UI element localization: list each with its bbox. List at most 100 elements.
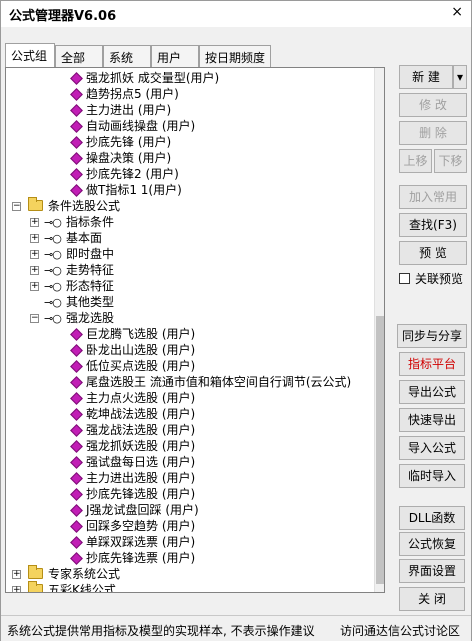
tree-label: 强试盘每日选 (用户) — [86, 455, 196, 469]
preview-button[interactable]: 预 览 — [399, 241, 467, 265]
find-button[interactable]: 查找(F3) — [399, 213, 467, 237]
formula-diamond-icon — [70, 440, 83, 453]
edit-button[interactable]: 修 改 — [399, 93, 467, 117]
tree-label: 强龙战法选股 (用户) — [86, 423, 196, 437]
tree-label: 其他类型 — [66, 295, 115, 309]
folder-icon — [28, 197, 43, 211]
tree-label: 强龙抓妖选股 (用户) — [86, 439, 196, 453]
tree-label: 抄底先锋 (用户) — [86, 135, 172, 149]
tree-scrollbar[interactable] — [374, 68, 384, 592]
temp-import-button[interactable]: 临时导入 — [399, 464, 465, 488]
indicator-platform-button[interactable]: 指标平台 — [399, 352, 465, 376]
quick-export-button[interactable]: 快速导出 — [399, 408, 465, 432]
formula-diamond-icon — [70, 536, 83, 549]
tree-label: 抄底先锋选股 (用户) — [86, 487, 196, 501]
tree-label: 做T指标1 1(用户) — [86, 183, 182, 197]
tree-label: 基本面 — [66, 231, 103, 245]
tree-label: 卧龙出山选股 (用户) — [86, 343, 196, 357]
formula-tree: 强龙抓妖 成交量型(用户) 趋势拐点5 (用户) 主力进出 (用户) 自动画线操盘 (… — [5, 67, 385, 593]
add-common-button[interactable]: 加入常用 — [399, 185, 467, 209]
folder-icon — [28, 581, 43, 592]
new-button[interactable]: 新 建 — [399, 65, 453, 89]
expand-toggle-icon[interactable]: − — [30, 314, 39, 323]
tree-label: 主力进出选股 (用户) — [86, 471, 196, 485]
expand-toggle-icon[interactable]: + — [30, 282, 39, 291]
import-formula-button[interactable]: 导入公式 — [399, 436, 465, 460]
status-bar: 系统公式提供常用指标及模型的实现样本, 不表示操作建议 访问通达信公式讨论区 — [1, 615, 471, 641]
tree-label: 巨龙腾飞选股 (用户) — [86, 327, 196, 341]
expand-toggle-icon[interactable]: + — [12, 586, 21, 592]
status-disclaimer: 系统公式提供常用指标及模型的实现样本, 不表示操作建议 — [7, 624, 315, 638]
tree-label: 单踩双踩选票 (用户) — [86, 535, 196, 549]
formula-diamond-icon — [70, 168, 83, 181]
key-node-icon: ⊸○ — [44, 312, 62, 325]
expand-toggle-icon[interactable]: + — [30, 250, 39, 259]
formula-diamond-icon — [70, 136, 83, 149]
tab-all[interactable]: 全部 — [55, 45, 103, 67]
window-title: 公式管理器V6.06 — [9, 9, 117, 24]
key-node-icon: ⊸○ — [44, 216, 62, 229]
key-node-icon: ⊸○ — [44, 280, 62, 293]
link-preview-checkbox[interactable] — [399, 273, 410, 284]
tab-by-date-frequency[interactable]: 按日期频度 — [199, 45, 271, 67]
delete-button[interactable]: 删 除 — [399, 121, 467, 145]
tree-label: 乾坤战法选股 (用户) — [86, 407, 196, 421]
formula-restore-button[interactable]: 公式恢复 — [399, 532, 465, 556]
tree-label: 走势特征 — [66, 263, 115, 277]
move-down-button[interactable]: 下移 — [434, 149, 467, 173]
expand-toggle-icon[interactable]: + — [30, 234, 39, 243]
formula-diamond-icon — [70, 424, 83, 437]
tab-system[interactable]: 系统 — [103, 45, 151, 67]
formula-diamond-icon — [70, 520, 83, 533]
export-formula-button[interactable]: 导出公式 — [399, 380, 465, 404]
key-node-icon: ⊸○ — [44, 232, 62, 245]
formula-diamond-icon — [70, 72, 83, 85]
tree-label: 抄底先锋选票 (用户) — [86, 551, 196, 565]
close-button[interactable]: 关 闭 — [399, 587, 465, 611]
expand-toggle-icon[interactable]: + — [30, 218, 39, 227]
formula-diamond-icon — [70, 392, 83, 405]
tree-label: 尾盘选股王 流通市值和箱体空间自行调节(云公式) — [86, 375, 352, 389]
tree-label: 抄底先锋2 (用户) — [86, 167, 179, 181]
sync-share-button[interactable]: 同步与分享 — [397, 324, 467, 348]
tree-label: 强龙抓妖 成交量型(用户) — [86, 71, 220, 85]
tab-formula-group[interactable]: 公式组 — [5, 43, 55, 67]
formula-diamond-icon — [70, 456, 83, 469]
tree-label: 条件选股公式 — [48, 199, 121, 213]
tree-label: 趋势拐点5 (用户) — [86, 87, 179, 101]
tree-label: 主力点火选股 (用户) — [86, 391, 196, 405]
formula-diamond-icon — [70, 104, 83, 117]
expand-toggle-icon[interactable]: − — [12, 202, 21, 211]
scrollbar-thumb[interactable] — [376, 316, 384, 584]
expand-toggle-icon[interactable]: + — [30, 266, 39, 275]
formula-diamond-icon — [70, 328, 83, 341]
tree-label: 形态特征 — [66, 279, 115, 293]
key-node-icon: ⊸○ — [44, 248, 62, 261]
tree-label: 低位买点选股 (用户) — [86, 359, 196, 373]
folder-icon — [28, 565, 43, 579]
formula-diamond-icon — [70, 360, 83, 373]
tree-label: J强龙试盘回踩 (用户) — [86, 503, 199, 517]
formula-diamond-icon — [70, 184, 83, 197]
formula-diamond-icon — [70, 88, 83, 101]
tree-label: 自动画线操盘 (用户) — [86, 119, 196, 133]
formula-diamond-icon — [70, 344, 83, 357]
formula-diamond-icon — [70, 120, 83, 133]
tab-user[interactable]: 用户 — [151, 45, 199, 67]
ui-settings-button[interactable]: 界面设置 — [399, 559, 465, 583]
tree-label: 操盘决策 (用户) — [86, 151, 172, 165]
dll-function-button[interactable]: DLL函数 — [399, 506, 465, 530]
close-icon[interactable]: × — [451, 4, 463, 20]
move-up-button[interactable]: 上移 — [399, 149, 432, 173]
formula-diamond-icon — [70, 488, 83, 501]
tree-label: 主力进出 (用户) — [86, 103, 172, 117]
formula-diamond-icon — [70, 376, 83, 389]
tree-label: 专家系统公式 — [48, 567, 121, 581]
tree-label: 指标条件 — [66, 215, 115, 229]
expand-toggle-icon[interactable]: + — [12, 570, 21, 579]
forum-link[interactable]: 访问通达信公式讨论区 — [340, 622, 460, 639]
formula-diamond-icon — [70, 552, 83, 565]
new-dropdown-icon[interactable]: ▾ — [453, 65, 467, 89]
formula-diamond-icon — [70, 408, 83, 421]
tree-label: 强龙选股 — [66, 311, 115, 325]
